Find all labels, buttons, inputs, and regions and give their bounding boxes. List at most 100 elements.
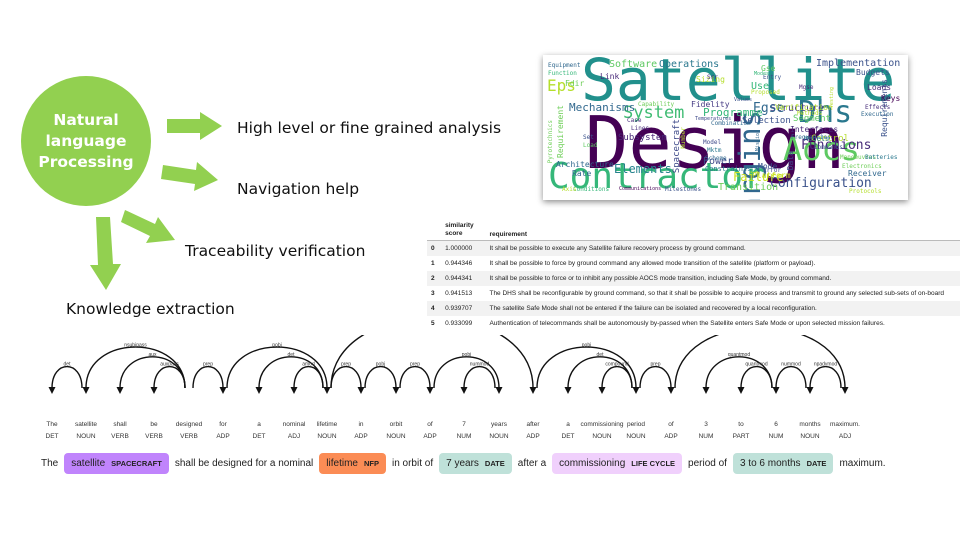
word-cloud-word: Architecture bbox=[556, 160, 614, 169]
dependency-label: prep bbox=[341, 362, 351, 368]
token-word: after bbox=[526, 421, 540, 428]
arc-arrowhead-icon bbox=[632, 387, 640, 394]
requirement-header: requirement bbox=[485, 220, 960, 241]
dependency-label: compound bbox=[605, 362, 629, 368]
entity-type-label: SPACECRAFT bbox=[111, 459, 162, 468]
word-cloud-word: Operations bbox=[659, 59, 720, 70]
word-cloud-word: Fdir bbox=[565, 79, 585, 88]
arrow-down-right-icon bbox=[121, 210, 175, 243]
arc-arrowhead-icon bbox=[667, 387, 675, 394]
word-cloud-word: Mgse bbox=[799, 84, 814, 91]
arc-arrowhead-icon bbox=[323, 387, 331, 394]
row-index: 1 bbox=[431, 260, 435, 267]
word-cloud-word: Loads bbox=[867, 83, 892, 92]
token-word: 7 bbox=[462, 421, 466, 428]
arc-arrowhead-icon bbox=[290, 387, 298, 394]
dependency-arc bbox=[330, 365, 362, 389]
word-cloud-word: Mission bbox=[755, 130, 761, 152]
token-pos-tag: NOUN bbox=[800, 433, 819, 440]
arc-arrowhead-icon bbox=[772, 387, 780, 394]
token-pos-tag: VERB bbox=[145, 433, 163, 440]
word-cloud-word: Batteries bbox=[865, 154, 898, 161]
requirement-text: It shall be possible to force or to inhi… bbox=[485, 271, 960, 286]
similarity-score: 0.933099 bbox=[445, 320, 473, 327]
word-cloud-word: Set bbox=[583, 134, 594, 141]
word-cloud-word: Fidelity bbox=[691, 100, 730, 109]
word-cloud-word: Function bbox=[548, 70, 577, 77]
branch-navigation-label: Navigation help bbox=[237, 180, 360, 198]
token-pos-tag: VERB bbox=[111, 433, 129, 440]
token-pos-tag: DET bbox=[562, 433, 575, 440]
named-entity-sentence: The satellite SPACECRAFT shall be designed … bbox=[40, 453, 887, 474]
arrow-down-icon bbox=[90, 217, 121, 290]
entity-text: lifetime bbox=[326, 458, 358, 469]
entity-mark: commissioning LIFE CYCLE bbox=[552, 453, 683, 474]
dependency-arc bbox=[51, 365, 83, 389]
entity-type-label: DATE bbox=[484, 459, 505, 468]
word-cloud-word: Budgets bbox=[856, 68, 890, 77]
arc-arrowhead-icon bbox=[116, 387, 124, 394]
token-pos-tag: ADJ bbox=[288, 433, 300, 440]
token-word: designed bbox=[176, 421, 203, 428]
dependency-arc bbox=[399, 365, 431, 389]
token-word: nominal bbox=[283, 421, 306, 428]
dependency-label: quantmod bbox=[745, 362, 767, 368]
branch-traceability-label: Traceability verification bbox=[185, 242, 366, 260]
word-cloud-word: Execution bbox=[861, 111, 894, 118]
table-row: 0 1.000000 It shall be possible to execute… bbox=[427, 240, 960, 256]
sentence-text: in orbit of bbox=[391, 458, 434, 469]
entity-mark: 3 to 6 months DATE bbox=[732, 453, 834, 474]
dependency-label: nummod bbox=[781, 362, 801, 368]
arc-arrowhead-icon bbox=[150, 387, 158, 394]
arrow-right-down-icon bbox=[161, 162, 218, 191]
requirement-text: It shall be possible to force by ground … bbox=[489, 260, 816, 267]
similarity-score: 0.944346 bbox=[445, 260, 473, 267]
dependency-label: nsubjpass bbox=[124, 342, 147, 348]
similarity-score: 1.000000 bbox=[441, 240, 486, 256]
token-word: commissioning bbox=[581, 421, 624, 428]
similarity-score-header: similarity score bbox=[441, 220, 486, 241]
table-row: 1 0.944346 It shall be possible to force b… bbox=[427, 256, 960, 271]
token-pos-tag: ADP bbox=[216, 433, 229, 440]
hub-arrows bbox=[90, 112, 222, 290]
entity-mark: 7 years DATE bbox=[439, 453, 512, 474]
arc-arrowhead-icon bbox=[255, 387, 263, 394]
token-word: to bbox=[738, 421, 744, 428]
word-cloud-word: Error bbox=[763, 167, 782, 174]
arc-arrowhead-icon bbox=[737, 387, 745, 394]
table-row: 5 0.933099 Authentication of telecommands … bbox=[427, 316, 960, 331]
token-pos-tag: NOUN bbox=[386, 433, 405, 440]
sentence-text: The bbox=[41, 458, 59, 469]
entity-type-label: LIFE CYCLE bbox=[631, 459, 676, 468]
arc-arrowhead-icon bbox=[392, 387, 400, 394]
row-index: 5 bbox=[431, 320, 435, 327]
word-cloud-word: Transition bbox=[718, 182, 779, 193]
dependency-arc bbox=[330, 335, 534, 389]
dependency-label: prep bbox=[410, 362, 420, 368]
arc-arrowhead-icon bbox=[48, 387, 56, 394]
token-word: be bbox=[150, 421, 158, 428]
word-cloud-word: Elements bbox=[614, 162, 672, 176]
word-cloud-word: Scheme bbox=[705, 155, 727, 162]
dependency-label: amod bbox=[302, 362, 315, 368]
word-cloud-word: Software bbox=[609, 59, 658, 70]
similarity-score: 0.941513 bbox=[445, 290, 473, 297]
dependency-arc bbox=[293, 365, 324, 389]
arc-arrowhead-icon bbox=[598, 387, 606, 394]
branch-knowledge-label: Knowledge extraction bbox=[66, 300, 235, 318]
token-pos-tag: ADJ bbox=[839, 433, 851, 440]
entity-type-label: NFP bbox=[363, 459, 379, 468]
word-cloud-word: Mechanisms bbox=[569, 101, 636, 114]
similarity-table: similarity score requirement 0 1.000000 It… bbox=[427, 220, 960, 331]
dependency-label: prep bbox=[203, 362, 213, 368]
word-cloud-word: Subsystem bbox=[618, 133, 667, 143]
entity-text: 7 years bbox=[446, 458, 479, 469]
token-pos-tag: NOUN bbox=[317, 433, 336, 440]
word-cloud-word: Frequencies bbox=[791, 134, 831, 141]
dependency-label: quantmod bbox=[728, 352, 750, 358]
token-word: years bbox=[491, 421, 508, 428]
sentence-text: after a bbox=[517, 458, 547, 469]
word-cloud-word: Verification bbox=[775, 103, 833, 112]
sentence-text: maximum. bbox=[839, 458, 886, 469]
word-cloud-word: Data bbox=[786, 151, 795, 171]
